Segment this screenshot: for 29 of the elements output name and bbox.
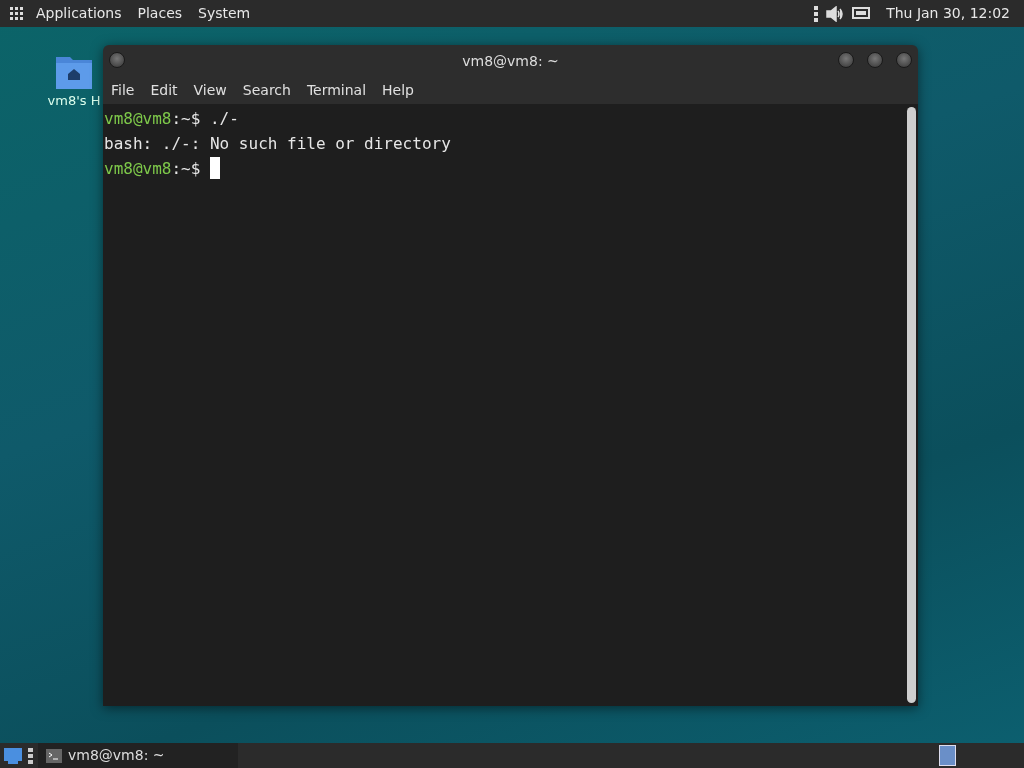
terminal-icon — [46, 748, 62, 763]
panel-menu[interactable]: Applications — [28, 3, 130, 24]
panel-menu[interactable]: System — [190, 3, 259, 24]
output-line: bash: ./-: No such file or directory — [104, 134, 451, 153]
panel-menu[interactable]: Places — [129, 3, 191, 24]
minimize-button[interactable] — [838, 52, 854, 68]
close-button[interactable] — [896, 52, 912, 68]
menu-item[interactable]: File — [103, 80, 143, 101]
menu-item[interactable]: Terminal — [298, 80, 375, 101]
speaker-icon[interactable] — [826, 5, 845, 22]
clock[interactable]: Thu Jan 30, 12:02 — [878, 3, 1018, 24]
maximize-button[interactable] — [867, 52, 883, 68]
workspace-switcher[interactable] — [939, 745, 956, 766]
taskbar-item[interactable]: vm8@vm8: ~ — [38, 743, 238, 768]
menu-item[interactable]: Search — [234, 80, 299, 101]
window-menu-button[interactable] — [109, 52, 125, 68]
menu-item[interactable]: Edit — [142, 80, 186, 101]
scrollbar-thumb[interactable] — [907, 107, 916, 703]
menu-item[interactable]: Help — [374, 80, 422, 101]
apps-grid-icon[interactable] — [10, 6, 24, 21]
menu-item[interactable]: View — [185, 80, 235, 101]
prompt-line: vm8@vm8:~$ — [104, 159, 202, 178]
dots-icon[interactable] — [814, 5, 819, 22]
handle-icon[interactable] — [28, 747, 33, 764]
network-icon[interactable] — [852, 6, 871, 21]
folder-label[interactable]: vm8's H — [47, 91, 101, 111]
window-title: vm8@vm8: ~ — [462, 51, 559, 71]
desktop-icon[interactable] — [3, 746, 23, 765]
prompt-line: vm8@vm8:~$ ./- — [104, 109, 239, 128]
